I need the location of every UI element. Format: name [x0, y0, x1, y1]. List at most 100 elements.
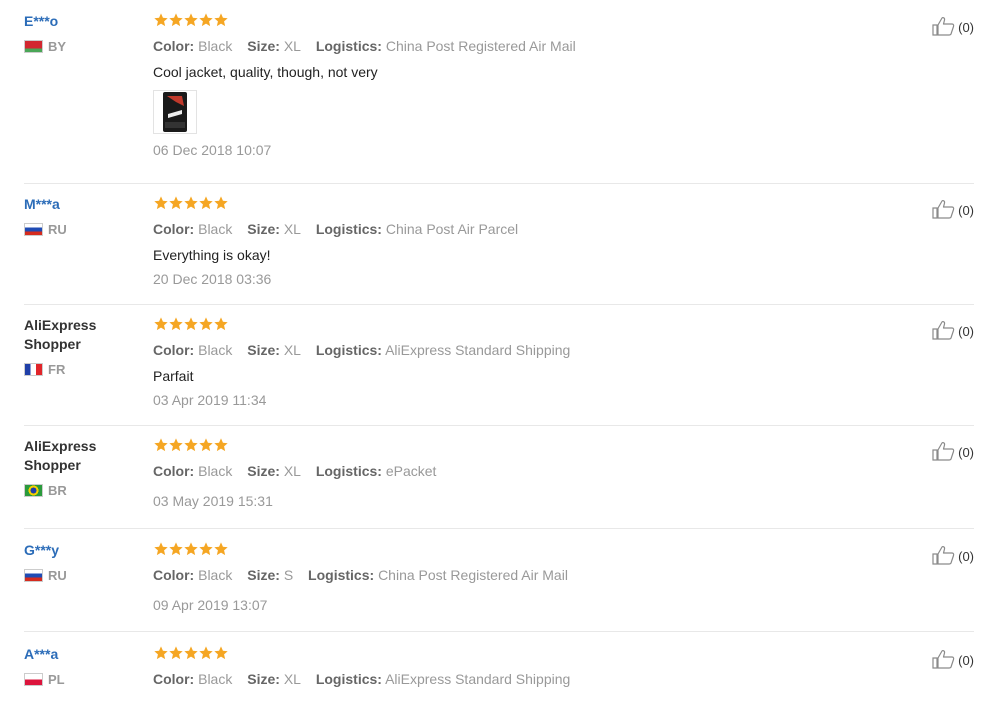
review-date: 09 Apr 2019 13:07	[153, 597, 268, 613]
star-icon	[199, 438, 213, 452]
star-rating	[153, 316, 854, 334]
thumbs-up-icon	[932, 320, 956, 343]
jacket-photo-icon	[163, 92, 187, 132]
review-item: A***a PL Color: Black Size: XL Logistics…	[24, 645, 974, 705]
star-icon	[184, 542, 198, 556]
helpful-button[interactable]: (0)	[932, 545, 974, 568]
flag-br-icon	[24, 484, 43, 497]
helpful-button[interactable]: (0)	[932, 441, 974, 464]
star-icon	[184, 646, 198, 660]
reviewer-info: G***y RU	[24, 541, 144, 583]
reviewer-info: M***a RU	[24, 195, 144, 237]
review-meta: Color: Black Size: XL Logistics: AliExpr…	[153, 342, 571, 358]
thumbs-up-icon	[932, 441, 956, 464]
review-meta: Color: Black Size: XL Logistics: China P…	[153, 221, 519, 237]
star-icon	[214, 542, 228, 556]
review-content: Color: Black Size: XL Logistics: China P…	[153, 12, 854, 158]
star-icon	[184, 13, 198, 27]
review-content: Color: Black Size: XL Logistics: China P…	[153, 195, 854, 287]
review-item: G***y RU Color: Black Size: S Logistics:…	[24, 541, 974, 632]
flag-pl-icon	[24, 673, 43, 686]
review-date: 03 May 2019 15:31	[153, 493, 273, 509]
star-icon	[214, 317, 228, 331]
star-icon	[199, 542, 213, 556]
thumbs-up-icon	[932, 545, 956, 568]
reviewer-country: BR	[24, 483, 144, 498]
star-rating	[153, 437, 854, 455]
reviewer-info: A***a PL	[24, 645, 144, 687]
reviewer-country: PL	[24, 672, 144, 687]
star-icon	[169, 438, 183, 452]
helpful-button[interactable]: (0)	[932, 320, 974, 343]
star-icon	[199, 317, 213, 331]
star-icon	[214, 646, 228, 660]
reviewer-country: FR	[24, 362, 144, 377]
review-content: Color: Black Size: XL Logistics: AliExpr…	[153, 316, 854, 408]
helpful-button[interactable]: (0)	[932, 16, 974, 39]
reviewer-country: RU	[24, 568, 144, 583]
reviewer-info: AliExpress Shopper FR	[24, 316, 144, 377]
star-icon	[199, 13, 213, 27]
star-icon	[169, 317, 183, 331]
star-rating	[153, 541, 854, 559]
review-date: 20 Dec 2018 03:36	[153, 271, 272, 287]
review-date: 06 Dec 2018 10:07	[153, 142, 272, 158]
review-meta: Color: Black Size: S Logistics: China Po…	[153, 567, 568, 583]
review-text: Parfait	[153, 368, 194, 384]
star-icon	[184, 196, 198, 210]
flag-fr-icon	[24, 363, 43, 376]
thumbs-up-icon	[932, 199, 956, 222]
thumbs-up-icon	[932, 649, 956, 672]
star-icon	[154, 646, 168, 660]
star-icon	[214, 196, 228, 210]
review-meta: Color: Black Size: XL Logistics: ePacket	[153, 463, 437, 479]
star-icon	[199, 196, 213, 210]
reviewer-name: AliExpress Shopper	[24, 438, 97, 473]
flag-by-icon	[24, 40, 43, 53]
review-item: AliExpress Shopper FR Color: Black Size:…	[24, 316, 974, 426]
star-icon	[154, 438, 168, 452]
review-item: M***a RU Color: Black Size: XL Logistics…	[24, 195, 974, 305]
review-text: Cool jacket, quality, though, not very	[153, 64, 378, 80]
star-icon	[154, 542, 168, 556]
star-icon	[169, 13, 183, 27]
review-content: Color: Black Size: S Logistics: China Po…	[153, 541, 854, 613]
review-content: Color: Black Size: XL Logistics: ePacket…	[153, 437, 854, 509]
reviewer-info: E***o BY	[24, 12, 144, 54]
star-icon	[154, 317, 168, 331]
review-meta: Color: Black Size: XL Logistics: China P…	[153, 38, 576, 54]
review-date: 03 Apr 2019 11:34	[153, 392, 267, 408]
star-icon	[169, 542, 183, 556]
review-photo-thumbnail[interactable]	[153, 90, 197, 134]
review-item: AliExpress Shopper BR Color: Black Size:…	[24, 437, 974, 529]
reviewer-name[interactable]: G***y	[24, 541, 144, 560]
star-icon	[154, 196, 168, 210]
star-icon	[184, 317, 198, 331]
star-icon	[214, 13, 228, 27]
star-icon	[154, 13, 168, 27]
review-item: E***o BY Color: Black Size: XL Logistics…	[24, 12, 974, 184]
star-rating	[153, 645, 854, 663]
review-content: Color: Black Size: XL Logistics: AliExpr…	[153, 645, 854, 687]
flag-ru-icon	[24, 223, 43, 236]
helpful-button[interactable]: (0)	[932, 199, 974, 222]
star-icon	[199, 646, 213, 660]
reviewer-country: RU	[24, 222, 144, 237]
flag-ru-icon	[24, 569, 43, 582]
reviewer-name[interactable]: A***a	[24, 645, 144, 664]
star-icon	[169, 646, 183, 660]
reviewer-info: AliExpress Shopper BR	[24, 437, 144, 498]
star-rating	[153, 12, 854, 30]
review-meta: Color: Black Size: XL Logistics: AliExpr…	[153, 671, 571, 687]
reviewer-name[interactable]: E***o	[24, 12, 144, 31]
reviewer-name: AliExpress Shopper	[24, 317, 97, 352]
helpful-button[interactable]: (0)	[932, 649, 974, 672]
star-rating	[153, 195, 854, 213]
reviewer-name[interactable]: M***a	[24, 195, 144, 214]
star-icon	[184, 438, 198, 452]
star-icon	[214, 438, 228, 452]
review-text: Everything is okay!	[153, 247, 271, 263]
star-icon	[169, 196, 183, 210]
thumbs-up-icon	[932, 16, 956, 39]
reviewer-country: BY	[24, 39, 144, 54]
